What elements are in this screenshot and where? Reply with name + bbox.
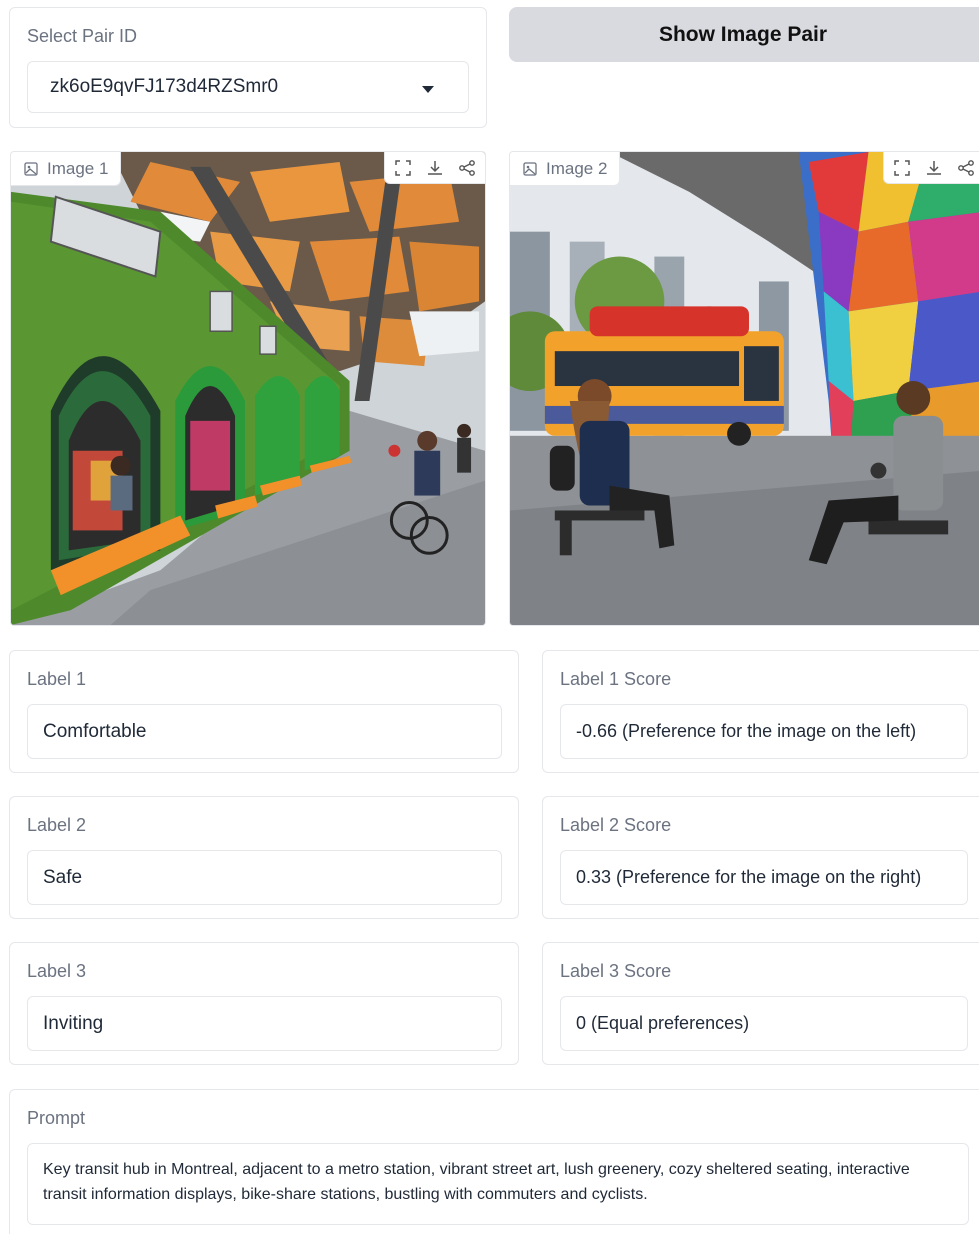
pair-select-card: Select Pair ID zk6oE9qvFJ173d4RZSmr0 <box>9 7 487 128</box>
fullscreen-icon[interactable] <box>890 156 914 180</box>
label-3-score-field[interactable]: 0 (Equal preferences) <box>560 996 968 1051</box>
label-3-field[interactable]: Inviting <box>27 996 502 1051</box>
label-2-card: Label 2 Safe <box>9 796 519 919</box>
image-2-toolbar <box>883 152 979 184</box>
image-icon <box>523 161 537 176</box>
pair-id-dropdown[interactable]: zk6oE9qvFJ173d4RZSmr0 <box>27 61 469 113</box>
image-2-picture <box>510 152 979 625</box>
share-icon[interactable] <box>455 156 479 180</box>
label-2-title: Label 2 <box>27 815 87 835</box>
image-1-toolbar <box>384 152 485 184</box>
label-3-score-card: Label 3 Score 0 (Equal preferences) <box>542 942 979 1065</box>
label-1-field[interactable]: Comfortable <box>27 704 502 759</box>
show-image-pair-button[interactable]: Show Image Pair <box>509 7 979 62</box>
image-2-tag: Image 2 <box>510 152 621 186</box>
image-1-panel: Image 1 <box>10 151 486 626</box>
label-2-field[interactable]: Safe <box>27 850 502 905</box>
label-2-score-title: Label 2 Score <box>560 815 672 835</box>
label-2-score-card: Label 2 Score 0.33 (Preference for the i… <box>542 796 979 919</box>
image-2-panel: Image 2 <box>509 151 979 626</box>
label-1-score-field[interactable]: -0.66 (Preference for the image on the l… <box>560 704 968 759</box>
image-icon <box>24 161 38 176</box>
download-icon[interactable] <box>922 156 946 180</box>
label-1-card: Label 1 Comfortable <box>9 650 519 773</box>
pair-select-label: Select Pair ID <box>27 26 138 46</box>
image-1-picture <box>11 152 485 625</box>
label-1-title: Label 1 <box>27 669 87 689</box>
share-icon[interactable] <box>954 156 978 180</box>
prompt-card: Prompt Key transit hub in Montreal, adja… <box>9 1089 979 1234</box>
label-1-score-title: Label 1 Score <box>560 669 672 689</box>
label-1-score-card: Label 1 Score -0.66 (Preference for the … <box>542 650 979 773</box>
label-2-score-field[interactable]: 0.33 (Preference for the image on the ri… <box>560 850 968 905</box>
pair-id-value: zk6oE9qvFJ173d4RZSmr0 <box>50 76 279 97</box>
label-3-score-title: Label 3 Score <box>560 961 672 981</box>
image-2-tag-label: Image 2 <box>546 158 608 178</box>
image-1-tag: Image 1 <box>11 152 122 186</box>
chevron-down-icon <box>422 86 434 93</box>
fullscreen-icon[interactable] <box>391 156 415 180</box>
prompt-text[interactable]: Key transit hub in Montreal, adjacent to… <box>27 1143 969 1225</box>
download-icon[interactable] <box>423 156 447 180</box>
image-1-tag-label: Image 1 <box>47 158 109 178</box>
label-3-title: Label 3 <box>27 961 87 981</box>
label-3-card: Label 3 Inviting <box>9 942 519 1065</box>
prompt-title: Prompt <box>27 1108 86 1128</box>
